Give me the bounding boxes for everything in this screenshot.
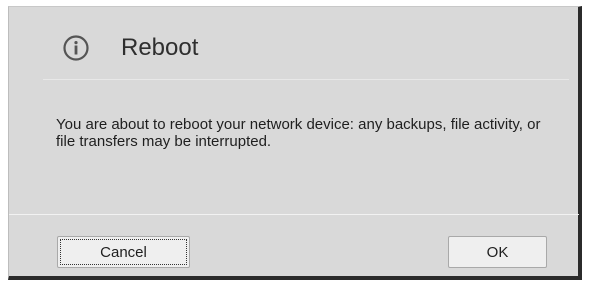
info-icon bbox=[63, 35, 89, 61]
reboot-dialog: Reboot You are about to reboot your netw… bbox=[8, 6, 582, 280]
cancel-button[interactable]: Cancel bbox=[57, 236, 190, 268]
dialog-header: Reboot bbox=[43, 7, 569, 80]
footer-divider bbox=[9, 214, 579, 215]
dialog-message: You are about to reboot your network dev… bbox=[56, 116, 541, 150]
dialog-title: Reboot bbox=[121, 34, 199, 61]
ok-button[interactable]: OK bbox=[448, 236, 547, 268]
